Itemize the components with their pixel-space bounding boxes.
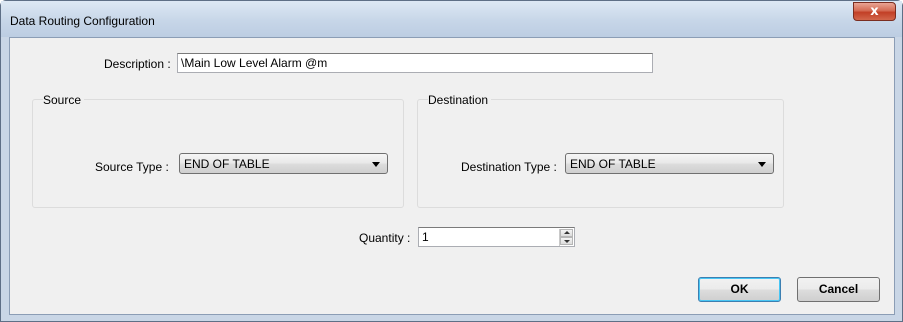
spin-buttons: [559, 229, 573, 246]
spin-down-icon[interactable]: [560, 237, 573, 245]
source-type-label: Source Type :: [95, 160, 169, 174]
title-bar[interactable]: Data Routing Configuration x: [1, 1, 902, 37]
chevron-down-icon: [758, 162, 766, 167]
cancel-button[interactable]: Cancel: [797, 277, 880, 302]
source-type-value: END OF TABLE: [184, 157, 270, 171]
description-label: Description :: [104, 57, 171, 71]
quantity-label: Quantity :: [359, 231, 411, 245]
ok-button[interactable]: OK: [698, 277, 781, 302]
chevron-down-icon: [372, 162, 380, 167]
spin-up-icon[interactable]: [560, 229, 573, 237]
destination-type-dropdown[interactable]: END OF TABLE: [565, 153, 774, 174]
source-type-dropdown[interactable]: END OF TABLE: [179, 153, 388, 174]
window-title: Data Routing Configuration: [10, 14, 155, 28]
destination-type-label: Destination Type :: [461, 160, 557, 174]
destination-group: Destination Destination Type : END OF TA…: [417, 93, 784, 208]
dialog-body: Description : \Main Low Level Alarm @m S…: [9, 37, 895, 315]
destination-group-title: Destination: [428, 93, 492, 107]
quantity-value: 1: [422, 230, 429, 244]
quantity-stepper[interactable]: 1: [418, 227, 575, 247]
description-input[interactable]: \Main Low Level Alarm @m: [177, 53, 653, 73]
source-group: Source Source Type : END OF TABLE: [32, 93, 404, 208]
close-button[interactable]: x: [853, 2, 896, 21]
close-icon: x: [870, 4, 879, 19]
destination-type-value: END OF TABLE: [570, 157, 656, 171]
dialog-window: Data Routing Configuration x Description…: [0, 0, 903, 322]
source-group-title: Source: [43, 93, 85, 107]
